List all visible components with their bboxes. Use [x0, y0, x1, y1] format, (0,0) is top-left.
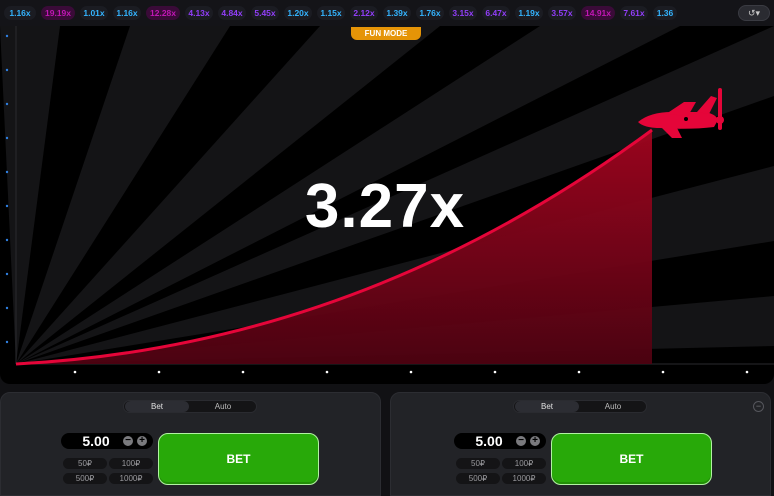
history-coefficient[interactable]: 1.01x — [80, 6, 108, 20]
tab-auto[interactable]: Auto — [190, 401, 256, 412]
bet-amount-stepper: 5.00 − + — [61, 433, 153, 449]
history-coefficient[interactable]: 1.36 — [653, 6, 677, 20]
history-coefficient[interactable]: 1.20x — [284, 6, 312, 20]
history-coefficient[interactable]: 1.39x — [383, 6, 411, 20]
history-coefficient[interactable]: 3.57x — [548, 6, 576, 20]
decrease-amount-button[interactable]: − — [516, 436, 526, 446]
quick-amount-button[interactable]: 50₽ — [63, 458, 107, 469]
history-toggle-button[interactable]: ↺▾ — [738, 5, 770, 21]
history-coefficient[interactable]: 14.91x — [581, 6, 615, 20]
history-coefficient[interactable]: 1.19x — [515, 6, 543, 20]
bet-amount-input[interactable]: 5.00 — [67, 433, 125, 449]
current-multiplier: 3.27x — [304, 172, 466, 241]
quick-amount-button[interactable]: 1000₽ — [502, 473, 546, 484]
coefficient-history-bar: 1.16x 19.19x 1.01x 1.16x 12.28x 4.13x 4.84x 5.4… — [0, 0, 774, 26]
increase-amount-button[interactable]: + — [137, 436, 147, 446]
quick-amount-button[interactable]: 500₽ — [456, 473, 500, 484]
quick-amount-button[interactable]: 100₽ — [502, 458, 546, 469]
decrease-amount-button[interactable]: − — [123, 436, 133, 446]
history-coefficient[interactable]: 5.45x — [251, 6, 279, 20]
quick-amount-button[interactable]: 50₽ — [456, 458, 500, 469]
chevron-down-icon: ▾ — [755, 8, 761, 18]
bet-panel-2: Bet Auto − 5.00 − + 50₽ 100₽ 500₽ 1000₽ … — [390, 392, 771, 496]
history-clock-icon: ↺ — [747, 8, 756, 18]
history-coefficient[interactable]: 1.15x — [317, 6, 345, 20]
history-coefficient[interactable]: 19.19x — [41, 6, 75, 20]
history-coefficient[interactable]: 1.16x — [4, 6, 36, 20]
history-coefficient[interactable]: 12.28x — [146, 6, 180, 20]
bet-amount-input[interactable]: 5.00 — [460, 433, 518, 449]
tab-bet[interactable]: Bet — [515, 401, 579, 412]
quick-amount-button[interactable]: 100₽ — [109, 458, 153, 469]
bet-mode-switch: Bet Auto — [123, 400, 257, 413]
bet-button[interactable]: BET — [551, 433, 712, 485]
history-coefficient[interactable]: 4.84x — [218, 6, 246, 20]
history-coefficient[interactable]: 4.13x — [185, 6, 213, 20]
history-coefficient[interactable]: 1.76x — [416, 6, 444, 20]
history-coefficient[interactable]: 6.47x — [482, 6, 510, 20]
quick-amount-button[interactable]: 1000₽ — [109, 473, 153, 484]
minus-circle-icon[interactable]: − — [753, 401, 764, 412]
bet-amount-stepper: 5.00 − + — [454, 433, 546, 449]
history-coefficient[interactable]: 1.16x — [113, 6, 141, 20]
history-coefficient[interactable]: 2.12x — [350, 6, 378, 20]
bet-panel-1: Bet Auto 5.00 − + 50₽ 100₽ 500₽ 1000₽ BE… — [0, 392, 381, 496]
quick-amount-button[interactable]: 500₽ — [63, 473, 107, 484]
tab-bet[interactable]: Bet — [125, 401, 189, 412]
history-coefficient[interactable]: 3.15x — [449, 6, 477, 20]
increase-amount-button[interactable]: + — [530, 436, 540, 446]
x-axis-dots — [73, 370, 749, 374]
fun-mode-badge: FUN MODE — [351, 27, 421, 40]
history-coefficient[interactable]: 7.61x — [620, 6, 648, 20]
bet-mode-switch: Bet Auto — [513, 400, 647, 413]
bet-button[interactable]: BET — [158, 433, 319, 485]
tab-auto[interactable]: Auto — [580, 401, 646, 412]
